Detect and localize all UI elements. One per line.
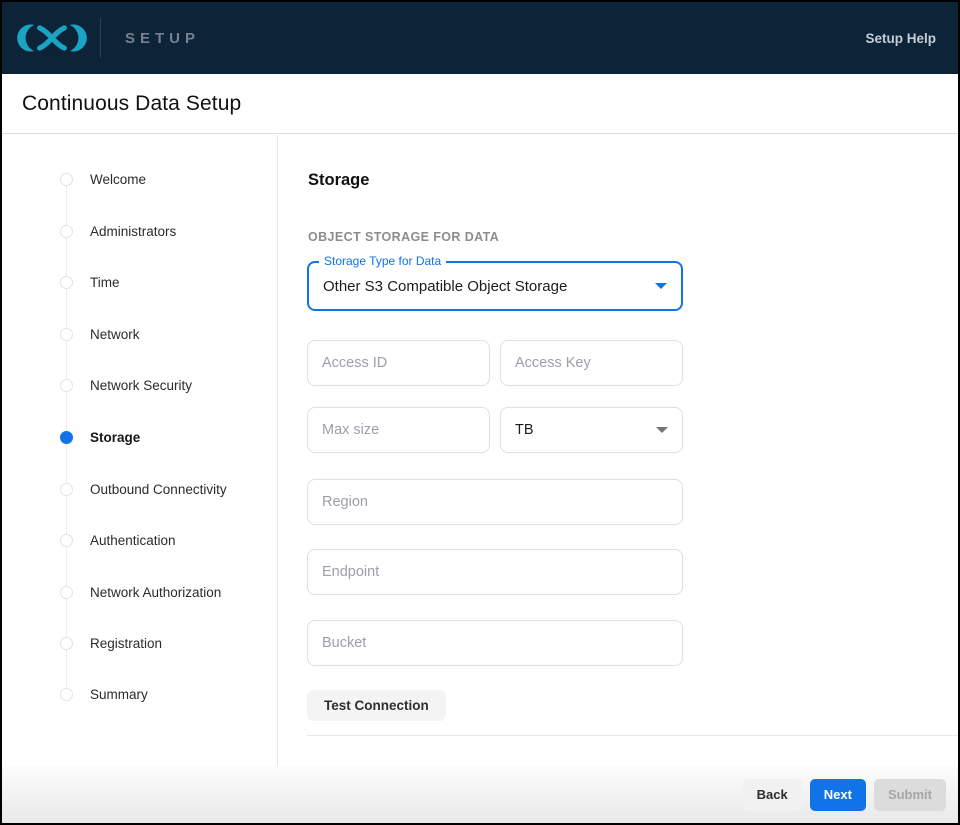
step-circle-icon [60,225,73,238]
storage-type-select[interactable]: Storage Type for Data Other S3 Compatibl… [307,261,683,311]
next-button[interactable]: Next [810,779,866,811]
back-button[interactable]: Back [743,779,802,811]
step-network-security[interactable]: Network Security [60,377,192,393]
step-circle-icon [60,534,73,547]
storage-type-value: Other S3 Compatible Object Storage [323,278,567,295]
title-bar: Continuous Data Setup [2,74,958,134]
step-circle-icon [60,328,73,341]
step-network-authorization[interactable]: Network Authorization [60,584,221,600]
access-id-input[interactable] [307,340,490,386]
storage-form: Storage OBJECT STORAGE FOR DATA Storage … [307,135,958,766]
content-area: Welcome Administrators Time Network Netw… [2,135,958,766]
test-connection-button[interactable]: Test Connection [307,690,446,721]
app-window: SETUP Setup Help Continuous Data Setup W… [0,0,960,825]
section-title: Storage [308,171,369,190]
step-authentication[interactable]: Authentication [60,532,176,548]
region-input[interactable] [307,479,683,525]
step-circle-icon [60,637,73,650]
page-title: Continuous Data Setup [22,92,241,116]
step-label: Network [90,327,140,342]
step-label: Administrators [90,224,176,239]
step-time[interactable]: Time [60,274,120,290]
product-label: SETUP [125,30,200,47]
step-label: Time [90,275,120,290]
step-circle-icon [60,173,73,186]
step-label: Storage [90,430,140,445]
step-circle-active-icon [60,431,73,444]
size-unit-select[interactable]: TB [500,407,683,453]
step-summary[interactable]: Summary [60,686,148,702]
wizard-footer: Back Next Submit [2,766,958,823]
step-circle-icon [60,688,73,701]
chevron-down-icon [655,283,667,289]
access-key-input[interactable] [500,340,683,386]
step-circle-icon [60,586,73,599]
wizard-stepper-sidebar: Welcome Administrators Time Network Netw… [2,135,278,766]
storage-type-label: Storage Type for Data [319,254,446,268]
step-label: Outbound Connectivity [90,482,227,497]
step-label: Summary [90,687,148,702]
object-storage-heading: OBJECT STORAGE FOR DATA [308,230,499,244]
step-welcome[interactable]: Welcome [60,171,146,187]
form-bottom-divider [307,735,958,736]
step-storage[interactable]: Storage [60,429,140,445]
credentials-row [307,340,683,386]
step-administrators[interactable]: Administrators [60,223,176,239]
setup-help-link[interactable]: Setup Help [865,31,936,46]
step-label: Authentication [90,533,176,548]
step-label: Registration [90,636,162,651]
step-label: Network Authorization [90,585,221,600]
size-row: TB [307,407,683,453]
step-label: Welcome [90,172,146,187]
submit-button[interactable]: Submit [874,779,946,811]
max-size-input[interactable] [307,407,490,453]
step-circle-icon [60,379,73,392]
size-unit-value: TB [515,422,534,438]
step-network[interactable]: Network [60,326,140,342]
bucket-input[interactable] [307,620,683,666]
endpoint-input[interactable] [307,549,683,595]
step-outbound-connectivity[interactable]: Outbound Connectivity [60,481,227,497]
step-circle-icon [60,483,73,496]
top-navbar: SETUP Setup Help [2,2,958,74]
header-divider [100,18,101,58]
chevron-down-icon [656,427,668,433]
step-circle-icon [60,276,73,289]
step-label: Network Security [90,378,192,393]
step-registration[interactable]: Registration [60,635,162,651]
delphix-logo-icon [16,16,88,60]
